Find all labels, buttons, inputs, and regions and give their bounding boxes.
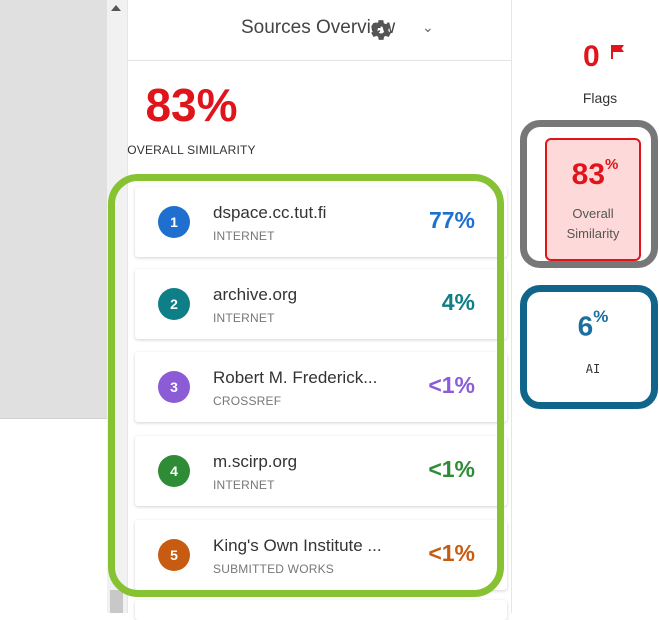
source-number-badge: 3 <box>158 371 190 403</box>
source-type: INTERNET <box>213 311 275 325</box>
source-name: Robert M. Frederick... <box>213 368 378 387</box>
overall-similarity-percent: 83% <box>145 79 238 131</box>
source-number-badge: 4 <box>158 455 190 487</box>
flag-icon <box>611 45 624 59</box>
source-number-badge: 5 <box>158 539 190 571</box>
ai-highlight-frame <box>520 285 658 409</box>
similarity-label: Overall Similarity <box>566 206 620 241</box>
source-percent: 4% <box>441 289 475 315</box>
left-content-area <box>0 418 107 614</box>
source-name: m.scirp.org <box>213 452 298 471</box>
source-type: INTERNET <box>213 229 275 243</box>
ai-label: AI <box>585 362 601 376</box>
source-type: CROSSREF <box>213 394 282 408</box>
flags-label: Flags <box>582 90 618 106</box>
source-percent: <1% <box>428 372 475 398</box>
source-card-3[interactable]: 3 Robert M. Frederick... CROSSREF <1% <box>135 352 507 422</box>
source-name: dspace.cc.tut.fi <box>213 203 327 222</box>
similarity-value: 83% <box>571 156 619 191</box>
source-percent: <1% <box>428 540 475 566</box>
source-name: King's Own Institute ... <box>213 536 382 555</box>
gear-icon[interactable] <box>369 18 393 42</box>
source-number-badge: 1 <box>158 206 190 238</box>
overall-similarity-label: OVERALL SIMILARITY <box>127 143 256 157</box>
scroll-up-arrow-icon[interactable] <box>111 5 121 11</box>
scroll-thumb[interactable] <box>110 590 123 613</box>
source-card-2[interactable]: 2 archive.org INTERNET 4% <box>135 269 507 339</box>
source-type: SUBMITTED WORKS <box>213 562 335 576</box>
left-gray-area <box>0 0 107 420</box>
ai-value[interactable]: 6% <box>545 307 641 342</box>
source-card-1[interactable]: 1 dspace.cc.tut.fi INTERNET 77% <box>135 187 507 257</box>
flags-count[interactable]: 0 <box>583 40 600 74</box>
source-percent: <1% <box>428 456 475 482</box>
overall-similarity-tile[interactable]: 83% Overall Similarity <box>545 138 641 261</box>
source-card-5[interactable]: 5 King's Own Institute ... SUBMITTED WOR… <box>135 520 507 590</box>
source-number-badge: 2 <box>158 288 190 320</box>
source-type: INTERNET <box>213 478 275 492</box>
source-card-4[interactable]: 4 m.scirp.org INTERNET <1% <box>135 436 507 506</box>
source-percent: 77% <box>428 207 475 233</box>
source-card-6-partial[interactable] <box>135 600 507 620</box>
source-name: archive.org <box>213 285 298 304</box>
chevron-down-icon[interactable]: ⌄ <box>422 19 434 36</box>
panel-header: Sources Overview ⌄ <box>128 0 511 61</box>
